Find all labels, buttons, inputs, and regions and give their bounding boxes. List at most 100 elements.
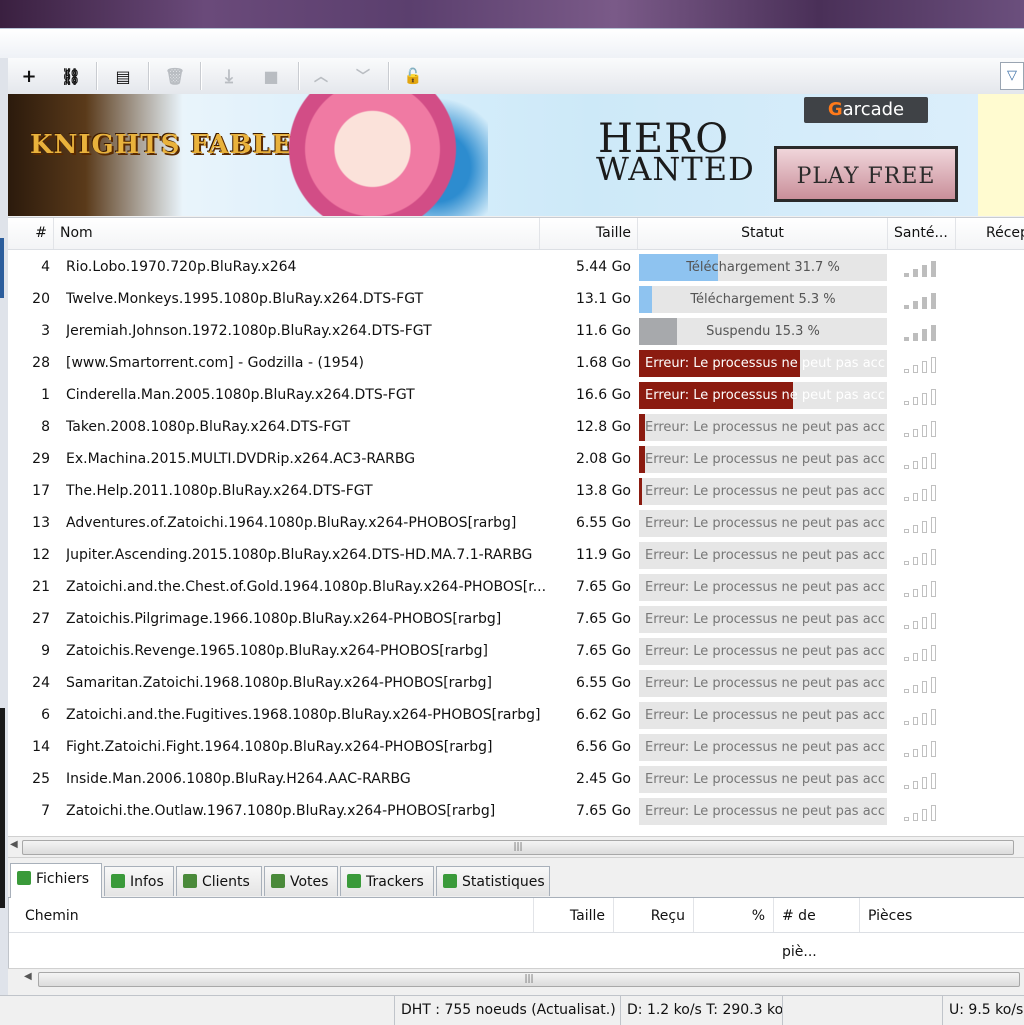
torrent-row[interactable]: 3 Jeremiah.Johnson.1972.1080p.BluRay.x264… <box>8 315 1024 347</box>
lock-icon[interactable]: 🔓 <box>400 63 426 89</box>
tab-votes[interactable]: Votes <box>264 866 338 896</box>
torrent-size: 7.65 Go <box>575 803 631 819</box>
torrent-row[interactable]: 25 Inside.Man.2006.1080p.BluRay.H264.AAC-… <box>8 763 1024 795</box>
torrent-size: 11.6 Go <box>575 323 631 339</box>
torrent-size: 7.65 Go <box>575 579 631 595</box>
torrent-row[interactable]: 28 [www.Smartorrent.com] - Godzilla - (19… <box>8 347 1024 379</box>
health-bars-icon <box>904 515 944 533</box>
torrent-number: 24 <box>32 675 50 691</box>
scrollbar-thumb[interactable]: ||| <box>38 972 1020 987</box>
torrent-number: 17 <box>32 483 50 499</box>
trackers-icon <box>347 874 361 888</box>
move-up-icon[interactable]: ︿ <box>308 63 334 89</box>
torrent-row[interactable]: 24 Samaritan.Zatoichi.1968.1080p.BluRay.x… <box>8 667 1024 699</box>
torrent-status-bar: Erreur: Le processus ne peut pas acc <box>639 382 887 409</box>
torrent-name: Jeremiah.Johnson.1972.1080p.BluRay.x264.… <box>66 323 432 339</box>
torrent-status-bar: Erreur: Le processus ne peut pas acc <box>639 350 887 377</box>
new-file-icon[interactable]: ▤ <box>110 63 136 89</box>
torrent-size: 13.8 Go <box>575 483 631 499</box>
filter-icon[interactable]: ▽ <box>1000 62 1024 90</box>
col-name[interactable]: Nom <box>54 218 540 249</box>
health-bars-icon <box>904 419 944 437</box>
tab-label: Votes <box>290 874 329 890</box>
torrent-name: The.Help.2011.1080p.BluRay.x264.DTS-FGT <box>66 483 373 499</box>
torrent-size: 6.56 Go <box>575 739 631 755</box>
health-bars-icon <box>904 579 944 597</box>
torrent-row[interactable]: 1 Cinderella.Man.2005.1080p.BluRay.x264.D… <box>8 379 1024 411</box>
tab-fichiers[interactable]: Fichiers <box>10 863 102 898</box>
torrent-row[interactable]: 29 Ex.Machina.2015.MULTI.DVDRip.x264.AC3-… <box>8 443 1024 475</box>
torrent-name: Samaritan.Zatoichi.1968.1080p.BluRay.x26… <box>66 675 492 691</box>
torrent-row[interactable]: 6 Zatoichi.and.the.Fugitives.1968.1080p.B… <box>8 699 1024 731</box>
col-size[interactable]: Taille <box>540 218 638 249</box>
torrent-status-bar: Téléchargement 31.7 % <box>639 254 887 281</box>
torrent-list-header: # Nom Taille Statut Santé... Récep <box>8 218 1024 250</box>
torrent-row[interactable]: 9 Zatoichis.Revenge.1965.1080p.BluRay.x26… <box>8 635 1024 667</box>
download-icon[interactable]: ⤓ <box>216 63 242 89</box>
torrent-size: 6.62 Go <box>575 707 631 723</box>
col-health[interactable]: Santé... <box>888 218 956 249</box>
torrent-name: Ex.Machina.2015.MULTI.DVDRip.x264.AC3-RA… <box>66 451 416 467</box>
ad-banner[interactable]: KNIGHTS FABLE HERO WANTED Garcade PLAY F… <box>8 94 978 216</box>
torrent-name: Inside.Man.2006.1080p.BluRay.H264.AAC-RA… <box>66 771 411 787</box>
torrent-row[interactable]: 4 Rio.Lobo.1970.720p.BluRay.x264 5.44 Go Té… <box>8 251 1024 283</box>
torrent-status: Erreur: Le processus ne peut pas acc <box>645 644 885 659</box>
files-horizontal-scrollbar[interactable]: ◀ ||| <box>8 968 1024 989</box>
torrent-row[interactable]: 7 Zatoichi.the.Outlaw.1967.1080p.BluRay.x… <box>8 795 1024 827</box>
col-file-percent[interactable]: % <box>694 898 774 932</box>
peers-icon <box>183 874 197 888</box>
torrent-size: 11.9 Go <box>575 547 631 563</box>
torrent-row[interactable]: 17 The.Help.2011.1080p.BluRay.x264.DTS-FG… <box>8 475 1024 507</box>
stop-icon[interactable]: ■ <box>258 63 284 89</box>
ad-side-panel <box>978 94 1024 216</box>
torrent-row[interactable]: 14 Fight.Zatoichi.Fight.1964.1080p.BluRay… <box>8 731 1024 763</box>
torrent-row[interactable]: 27 Zatoichis.Pilgrimage.1966.1080p.BluRay… <box>8 603 1024 635</box>
col-path[interactable]: Chemin <box>9 898 534 932</box>
torrent-status-bar: Erreur: Le processus ne peut pas acc <box>639 638 887 665</box>
torrent-size: 6.55 Go <box>575 515 631 531</box>
col-pieces-count[interactable]: # de piè... <box>774 898 860 960</box>
torrent-status-bar: Erreur: Le processus ne peut pas acc <box>639 734 887 761</box>
torrent-row[interactable]: 21 Zatoichi.and.the.Chest.of.Gold.1964.10… <box>8 571 1024 603</box>
col-pieces[interactable]: Pièces <box>860 898 1024 932</box>
health-bars-icon <box>904 323 944 341</box>
move-down-icon[interactable]: ﹀ <box>350 63 376 89</box>
torrent-status: Erreur: Le processus ne peut pas acc <box>645 772 885 787</box>
torrent-row[interactable]: 20 Twelve.Monkeys.1995.1080p.BluRay.x264.… <box>8 283 1024 315</box>
scrollbar-thumb[interactable]: ||| <box>22 840 1014 855</box>
tab-clients[interactable]: Clients <box>176 866 262 896</box>
tab-infos[interactable]: Infos <box>104 866 174 896</box>
torrent-status-bar: Erreur: Le processus ne peut pas acc <box>639 542 887 569</box>
status-bar: DHT : 755 noeuds (Actualisat.) D: 1.2 ko… <box>0 995 1024 1025</box>
torrent-row[interactable]: 8 Taken.2008.1080p.BluRay.x264.DTS-FGT 12.… <box>8 411 1024 443</box>
play-free-button[interactable]: PLAY FREE <box>774 146 958 202</box>
scroll-left-icon[interactable]: ◀ <box>10 839 18 850</box>
torrent-size: 2.45 Go <box>575 771 631 787</box>
torrent-size: 7.65 Go <box>575 643 631 659</box>
tab-statistiques[interactable]: Statistiques <box>436 866 550 896</box>
torrent-row[interactable]: 13 Adventures.of.Zatoichi.1964.1080p.BluR… <box>8 507 1024 539</box>
scroll-left-icon[interactable]: ◀ <box>24 971 32 982</box>
col-received[interactable]: Récep <box>956 218 1024 249</box>
torrent-status: Erreur: Le processus ne peut pas acc <box>645 612 885 627</box>
tab-trackers[interactable]: Trackers <box>340 866 434 896</box>
torrent-status: Erreur: Le processus ne peut pas acc <box>645 388 885 403</box>
torrent-name: Twelve.Monkeys.1995.1080p.BluRay.x264.DT… <box>66 291 424 307</box>
torrent-list[interactable]: # Nom Taille Statut Santé... Récep 4 Rio.… <box>8 217 1024 837</box>
torrent-status: Téléchargement 31.7 % <box>686 260 840 275</box>
files-header: Chemin Taille Reçu % # de piè... Pièces <box>9 898 1024 960</box>
col-file-size[interactable]: Taille <box>534 898 614 932</box>
torrent-status-bar: Erreur: Le processus ne peut pas acc <box>639 702 887 729</box>
link-icon[interactable]: ⛓ <box>58 63 84 89</box>
col-file-received[interactable]: Reçu <box>614 898 694 932</box>
torrent-number: 28 <box>32 355 50 371</box>
torrent-status-bar: Erreur: Le processus ne peut pas acc <box>639 446 887 473</box>
col-status[interactable]: Statut <box>638 218 888 249</box>
trash-icon[interactable]: 🗑 <box>162 63 188 89</box>
torrent-row[interactable]: 12 Jupiter.Ascending.2015.1080p.BluRay.x2… <box>8 539 1024 571</box>
torrent-size: 2.08 Go <box>575 451 631 467</box>
torrent-number: 6 <box>41 707 50 723</box>
col-number[interactable]: # <box>8 218 54 249</box>
add-icon[interactable]: + <box>16 63 42 89</box>
list-horizontal-scrollbar[interactable]: ◀ ||| <box>8 836 1024 858</box>
